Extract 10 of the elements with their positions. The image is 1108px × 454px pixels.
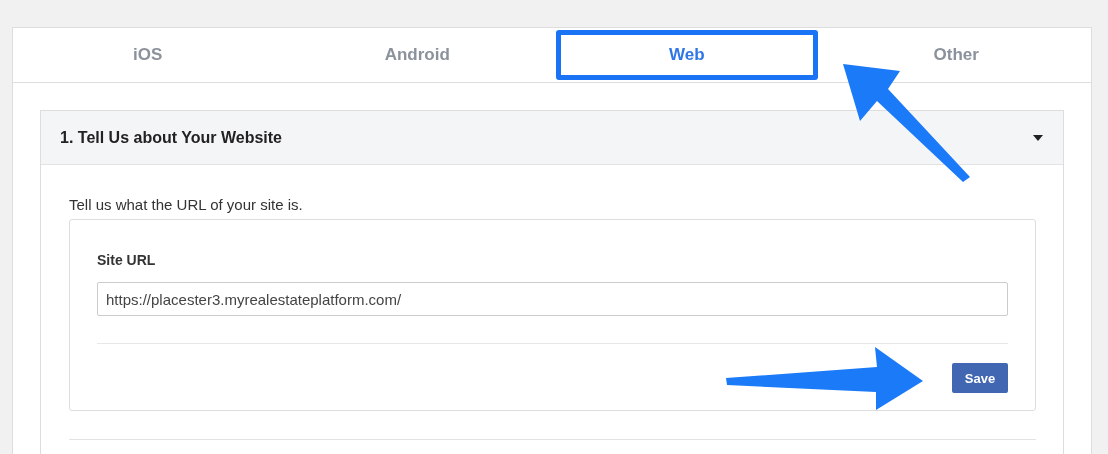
section-title: 1. Tell Us about Your Website	[60, 128, 282, 147]
tab[interactable]: Web	[556, 30, 818, 80]
tab[interactable]: Android	[286, 30, 548, 80]
caret-icon[interactable]	[1033, 134, 1043, 141]
save-button[interactable]: Save	[952, 363, 1008, 393]
tab[interactable]: iOS	[17, 30, 279, 80]
description-text: Tell us what the URL of your site is.	[69, 196, 304, 213]
tab[interactable]: Other	[825, 30, 1087, 80]
url-input-field[interactable]: https://placester3.myrealestateplatform.com/	[97, 282, 1008, 316]
field-label: Site URL	[97, 252, 157, 268]
